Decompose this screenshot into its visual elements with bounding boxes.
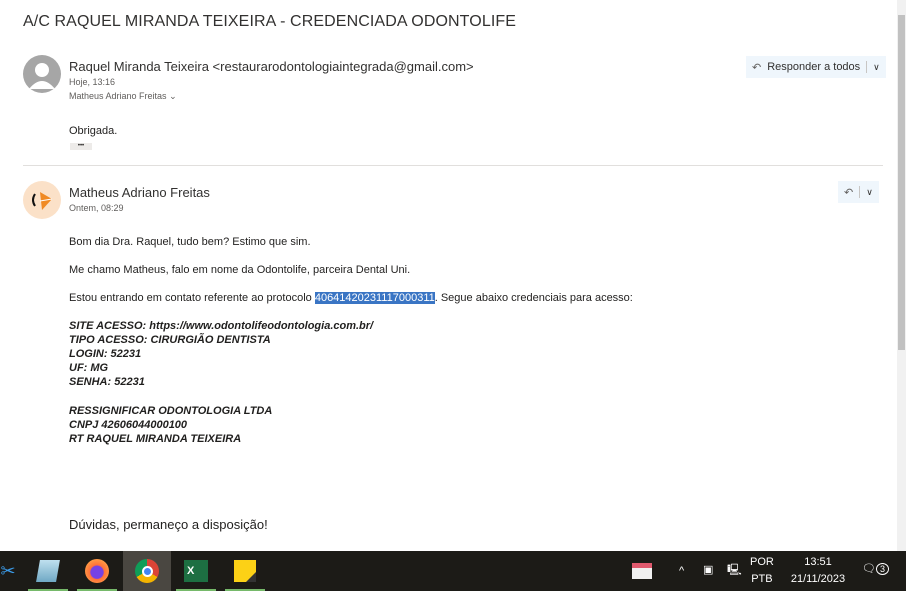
email-subject: A/C RAQUEL MIRANDA TEIXEIRA - CREDENCIAD… <box>23 13 517 30</box>
cnpj: CNPJ 42606044000100 <box>69 419 188 431</box>
company-name: RESSIGNIFICAR ODONTOLOGIA LTDA <box>69 405 273 417</box>
avatar-raquel <box>23 55 61 93</box>
text: . Segue abaixo credenciais para acesso: <box>434 292 633 304</box>
reply-all-button[interactable]: ↶ Responder a todos ∨ <box>746 56 886 78</box>
chevron-up-icon[interactable]: ^ <box>679 563 684 580</box>
firefox-icon[interactable] <box>73 551 121 591</box>
clock-time: 13:51 <box>804 556 832 568</box>
site-line: SITE ACESSO: https://www.odontolifeodont… <box>69 320 374 332</box>
scrollbar[interactable] <box>897 0 906 551</box>
reply-button[interactable]: ↶ ∨ <box>838 181 879 203</box>
chrome-icon[interactable] <box>123 551 171 591</box>
recipient-name: Matheus Adriano Freitas <box>69 91 167 101</box>
sticky-notes-icon[interactable] <box>221 551 269 591</box>
sender-name: Matheus Adriano Freitas <box>69 185 210 200</box>
type-line: TIPO ACESSO: CIRURGIÃO DENTISTA <box>69 334 271 346</box>
notification-count: 3 <box>875 563 889 575</box>
chevron-down-icon[interactable]: ∨ <box>873 62 880 73</box>
message-time: Ontem, 08:29 <box>69 203 124 213</box>
avatar-matheus <box>23 181 61 219</box>
rt: RT RAQUEL MIRANDA TEIXEIRA <box>69 433 242 445</box>
closing: Dúvidas, permaneço a disposição! <box>69 517 268 532</box>
show-more-button[interactable]: ••• <box>70 143 92 150</box>
divider <box>23 165 883 166</box>
divider <box>859 186 861 198</box>
excel-icon[interactable]: X <box>172 551 220 591</box>
clock[interactable]: 13:51 21/11/2023 <box>788 554 848 588</box>
recipient[interactable]: Matheus Adriano Freitas ⌄ <box>69 91 177 102</box>
uf-line: UF: MG <box>69 362 109 374</box>
message-body: Obrigada. <box>69 125 118 137</box>
protocol-line: Estou entrando em contato referente ao p… <box>69 292 633 304</box>
network-icon[interactable]: 🖳 <box>727 562 742 579</box>
credentials: SITE ACESSO: https://www.odontolifeodont… <box>69 319 373 389</box>
news-widget-icon[interactable] <box>618 551 666 591</box>
notification-center-icon[interactable]: 🗨 3 <box>862 561 889 578</box>
lang-secondary: PTB <box>751 573 773 585</box>
intro: Me chamo Matheus, falo em nome da Odonto… <box>69 264 411 276</box>
sender-name: Raquel Miranda Teixeira <restaurarodonto… <box>69 59 474 74</box>
taskbar: ✂ X ^ ▣ 🖳 POR PTB 13:51 21/11/2023 🗨 3 <box>0 551 906 591</box>
login-line: LOGIN: 52231 <box>69 348 142 360</box>
reply-all-label: Responder a todos <box>767 61 861 73</box>
password-line: SENHA: 52231 <box>69 376 145 388</box>
clock-date: 21/11/2023 <box>790 573 846 585</box>
language-indicator[interactable]: POR PTB <box>750 554 774 588</box>
text: Estou entrando em contato referente ao p… <box>69 292 315 304</box>
lang-primary: POR <box>750 556 774 568</box>
protocol-number: 40641420231117000311 <box>314 292 435 304</box>
greeting: Bom dia Dra. Raquel, tudo bem? Estimo qu… <box>69 236 311 248</box>
company-info: RESSIGNIFICAR ODONTOLOGIA LTDA CNPJ 4260… <box>69 404 272 446</box>
defender-icon[interactable]: ▣ <box>703 562 713 579</box>
scrollbar-thumb[interactable] <box>898 15 905 350</box>
divider <box>866 61 868 73</box>
reply-all-icon: ↶ <box>752 61 762 74</box>
notepad-icon[interactable] <box>24 551 72 591</box>
message-time: Hoje, 13:16 <box>69 77 116 87</box>
reply-all-icon: ↶ <box>844 186 854 199</box>
chevron-down-icon[interactable]: ∨ <box>866 187 873 198</box>
chevron-down-icon: ⌄ <box>169 91 177 101</box>
